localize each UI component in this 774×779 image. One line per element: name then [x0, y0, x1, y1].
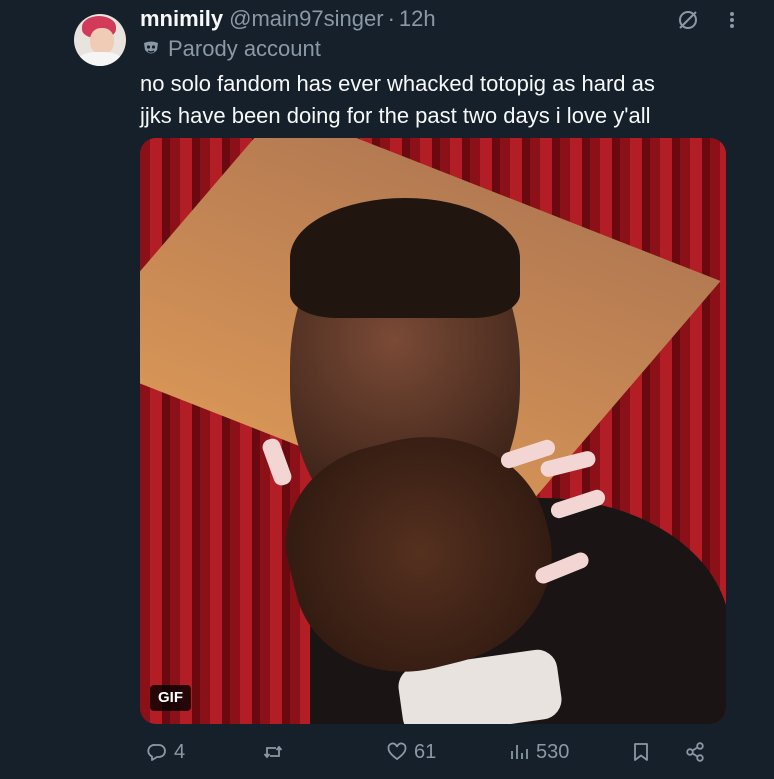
person-hair [290, 198, 520, 318]
more-vertical-icon[interactable] [726, 8, 738, 32]
timestamp[interactable]: 12h [399, 6, 436, 32]
share-icon [686, 742, 704, 762]
bookmark-icon [634, 743, 648, 761]
display-name[interactable]: mnimily [140, 6, 223, 32]
parody-label-text: Parody account [168, 36, 321, 61]
views-icon [511, 745, 528, 759]
reply-icon [147, 744, 166, 761]
tweet-text: no solo fandom has ever whacked totopig … [140, 68, 740, 132]
tweet-actions: 4 61 530 [0, 736, 774, 768]
views-button[interactable]: 530 [508, 736, 569, 768]
tweet-text-line: no solo fandom has ever whacked totopig … [140, 71, 655, 96]
separator-dot: · [387, 6, 395, 31]
repost-button[interactable] [262, 736, 290, 768]
tweet-text-line: jjks have been doing for the past two da… [140, 103, 651, 128]
reply-count: 4 [174, 740, 186, 763]
like-button[interactable]: 61 [386, 736, 436, 768]
bookmark-button[interactable] [630, 736, 652, 768]
tweet-header: mnimily @main97singer · 12h [140, 6, 436, 34]
reply-button[interactable]: 4 [146, 736, 185, 768]
gif-media[interactable]: GIF [140, 138, 726, 724]
tweet: mnimily @main97singer · 12h Parody accou… [0, 0, 774, 779]
views-count: 530 [536, 740, 570, 763]
repost-icon [263, 745, 283, 759]
share-button[interactable] [684, 736, 706, 768]
avatar[interactable] [74, 14, 126, 66]
gif-badge: GIF [150, 685, 191, 711]
mask-icon [144, 41, 158, 54]
like-count: 61 [414, 740, 437, 763]
user-handle[interactable]: @main97singer [229, 6, 383, 32]
grok-slash-icon[interactable] [676, 8, 700, 32]
parody-label: Parody account [142, 36, 321, 62]
heart-icon [387, 742, 407, 761]
avatar-face [90, 28, 114, 54]
avatar-shirt [78, 52, 122, 66]
